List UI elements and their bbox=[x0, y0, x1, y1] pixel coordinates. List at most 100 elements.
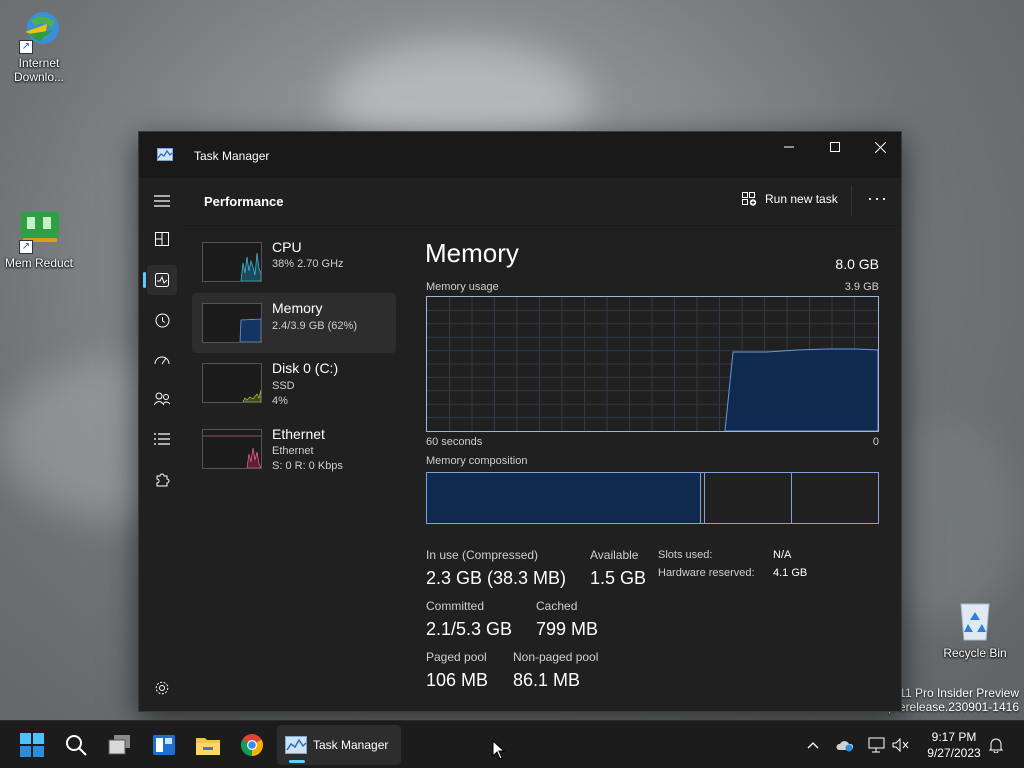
close-button[interactable] bbox=[857, 132, 903, 162]
memory-usage-label: Memory usage bbox=[426, 281, 499, 293]
taskbar-app-task-manager[interactable]: Task Manager bbox=[277, 725, 401, 765]
window-title: Task Manager bbox=[194, 149, 270, 163]
perf-item-detail: 4% bbox=[272, 395, 288, 407]
system-clock[interactable]: 9:17 PM 9/27/2023 bbox=[918, 729, 990, 761]
page-title: Performance bbox=[204, 194, 284, 209]
nav-startup-apps[interactable] bbox=[147, 344, 177, 374]
memory-composition-bar bbox=[426, 472, 879, 524]
widgets-button[interactable] bbox=[148, 729, 180, 761]
non-paged-pool-value: 86.1 MB bbox=[513, 670, 581, 690]
perf-item-cpu[interactable]: CPU 38% 2.70 GHz bbox=[192, 232, 396, 292]
windows-logo-icon bbox=[20, 733, 44, 757]
chevron-up-icon bbox=[807, 742, 819, 749]
minimize-button[interactable] bbox=[766, 132, 812, 162]
memory-usage-graph bbox=[426, 296, 879, 432]
desktop-icon-mem-reduct[interactable]: ↗ Mem Reduct bbox=[1, 208, 77, 270]
run-new-task-label: Run new task bbox=[765, 192, 838, 206]
nav-performance[interactable] bbox=[147, 265, 177, 295]
slots-used-value: N/A bbox=[773, 549, 792, 561]
search-button[interactable] bbox=[60, 729, 92, 761]
perf-item-detail: S: 0 R: 0 Kbps bbox=[272, 460, 343, 472]
hardware-reserved-label: Hardware reserved: bbox=[658, 567, 755, 579]
processes-icon bbox=[155, 232, 169, 246]
task-view-icon bbox=[108, 735, 130, 755]
folder-icon bbox=[196, 738, 220, 755]
idm-icon: ↗ bbox=[17, 8, 61, 54]
nav-processes[interactable] bbox=[147, 224, 177, 254]
hardware-reserved-value: 4.1 GB bbox=[773, 567, 808, 579]
close-icon bbox=[874, 141, 886, 153]
performance-icon bbox=[155, 273, 169, 287]
nav-users[interactable] bbox=[147, 384, 177, 414]
composition-free bbox=[792, 473, 878, 523]
network-tray-button[interactable] bbox=[867, 735, 887, 755]
memory-thumbnail-graph bbox=[202, 303, 262, 343]
clock-date: 9/27/2023 bbox=[927, 746, 981, 760]
memory-usage-max: 3.9 GB bbox=[844, 281, 879, 293]
desktop-icon-label: Recycle Bin bbox=[943, 646, 1007, 660]
nav-details[interactable] bbox=[147, 424, 177, 454]
perf-item-name: Disk 0 (C:) bbox=[272, 360, 339, 376]
more-options-button[interactable]: ··· bbox=[867, 188, 888, 209]
memory-heading: Memory bbox=[425, 238, 519, 268]
cpu-thumbnail-graph bbox=[202, 242, 262, 282]
chrome-icon bbox=[241, 734, 263, 756]
puzzle-icon bbox=[156, 473, 169, 486]
navigation-rail bbox=[139, 178, 185, 711]
network-icon bbox=[868, 737, 885, 753]
notifications-button[interactable] bbox=[986, 735, 1006, 755]
perf-item-disk[interactable]: Disk 0 (C:) SSD 4% bbox=[192, 353, 396, 413]
perf-item-name: Ethernet bbox=[272, 426, 325, 442]
nav-menu-button[interactable] bbox=[147, 186, 177, 216]
volume-tray-button[interactable] bbox=[891, 735, 911, 755]
start-button[interactable] bbox=[16, 729, 48, 761]
task-manager-icon bbox=[285, 736, 307, 754]
maximize-button[interactable] bbox=[812, 132, 858, 162]
available-label: Available bbox=[590, 548, 639, 562]
show-hidden-icons-button[interactable] bbox=[803, 735, 823, 755]
onedrive-tray-button[interactable] bbox=[835, 735, 855, 755]
hamburger-icon bbox=[154, 195, 170, 207]
task-view-button[interactable] bbox=[104, 729, 136, 761]
desktop-icon-label: Downlo... bbox=[13, 70, 65, 84]
active-app-indicator bbox=[289, 760, 305, 763]
search-icon bbox=[66, 735, 87, 756]
gear-icon bbox=[155, 681, 169, 695]
perf-item-name: Memory bbox=[272, 300, 323, 316]
cached-label: Cached bbox=[536, 599, 578, 613]
maximize-icon bbox=[830, 142, 840, 152]
perf-item-ethernet[interactable]: Ethernet Ethernet S: 0 R: 0 Kbps bbox=[192, 419, 396, 479]
widgets-icon bbox=[153, 735, 175, 755]
taskbar: Task Manager 9:17 PM 9/27/2023 bbox=[0, 720, 1024, 768]
graph-axis-right-label: 0 bbox=[872, 436, 879, 448]
task-manager-window[interactable]: Task Manager Performance Run new task ··… bbox=[138, 131, 902, 712]
committed-value: 2.1/5.3 GB bbox=[426, 619, 513, 639]
windows-watermark: 11 Pro Insider Preview prerelease.230901… bbox=[888, 686, 1019, 714]
composition-standby bbox=[705, 473, 792, 523]
perf-item-detail: 2.4/3.9 GB (62%) bbox=[272, 320, 357, 332]
committed-label: Committed bbox=[426, 599, 485, 613]
perf-item-detail: Ethernet bbox=[272, 445, 314, 457]
file-explorer-button[interactable] bbox=[192, 729, 224, 761]
nav-active-indicator bbox=[143, 272, 146, 288]
desktop-icon-internet-download-manager[interactable]: ↗ Internet Downlo... bbox=[1, 8, 77, 84]
title-bar[interactable]: Task Manager bbox=[139, 132, 901, 178]
paged-pool-label: Paged pool bbox=[426, 650, 487, 664]
desktop-icon-recycle-bin[interactable]: Recycle Bin bbox=[937, 598, 1013, 660]
shortcut-arrow-icon: ↗ bbox=[19, 40, 33, 54]
nav-app-history[interactable] bbox=[147, 305, 177, 335]
chrome-button[interactable] bbox=[236, 729, 268, 761]
desktop-icon-label: Internet bbox=[18, 56, 60, 70]
run-task-icon bbox=[742, 192, 757, 206]
in-use-value: 2.3 GB (38.3 MB) bbox=[426, 568, 567, 588]
nav-services[interactable] bbox=[147, 464, 177, 494]
perf-item-memory[interactable]: Memory 2.4/3.9 GB (62%) bbox=[192, 293, 396, 353]
task-manager-icon bbox=[157, 148, 173, 161]
users-icon bbox=[154, 392, 170, 406]
memory-composition-label: Memory composition bbox=[426, 455, 528, 467]
nav-settings[interactable] bbox=[147, 673, 177, 703]
recycle-bin-icon bbox=[953, 598, 997, 642]
ethernet-thumbnail-graph bbox=[202, 429, 262, 469]
perf-item-detail: SSD bbox=[272, 380, 295, 392]
run-new-task-button[interactable]: Run new task bbox=[742, 192, 838, 206]
